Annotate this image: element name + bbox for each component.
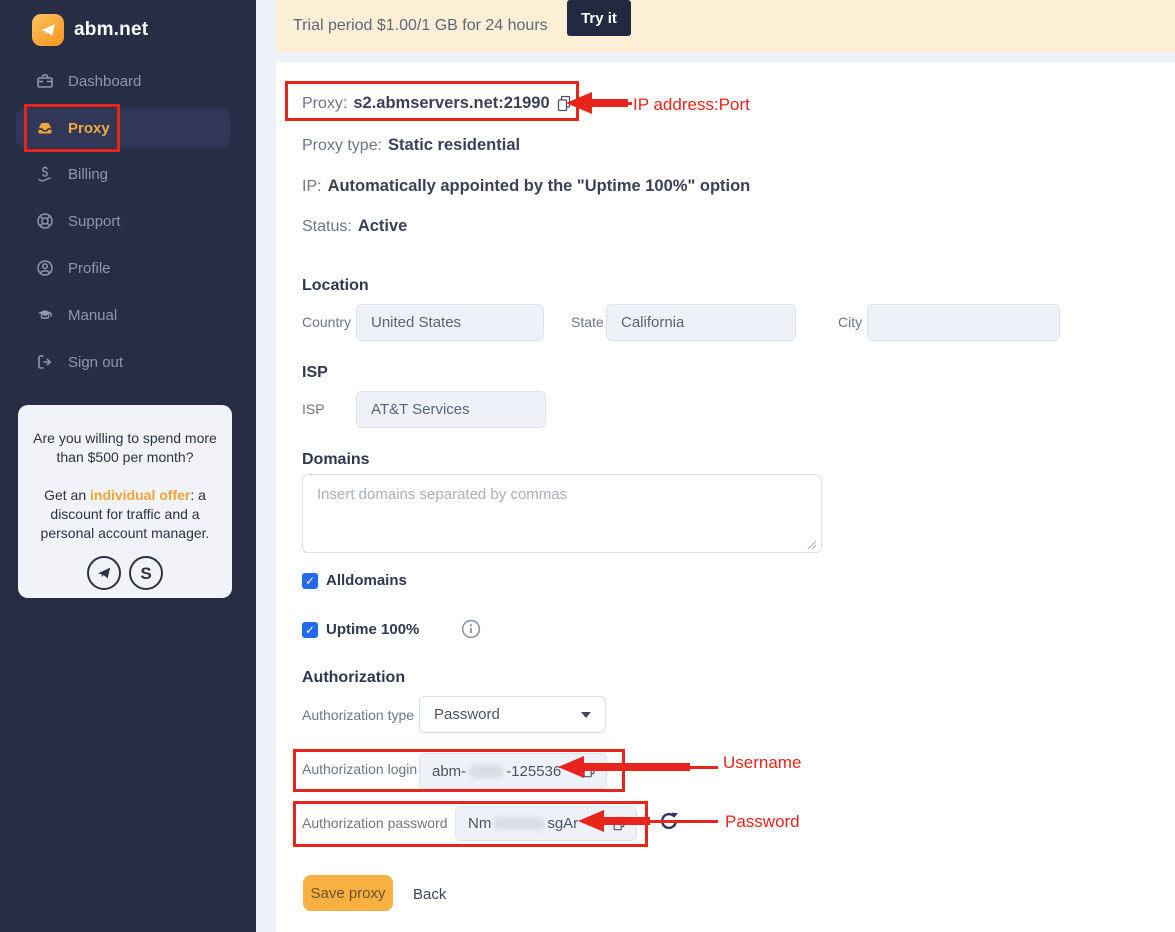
state-label: State <box>571 314 604 330</box>
refresh-password-icon[interactable] <box>658 810 680 832</box>
graduation-cap-icon <box>36 306 54 324</box>
sidebar-item-dashboard[interactable]: Dashboard <box>16 61 230 101</box>
uptime-checkbox[interactable]: ✓ <box>302 621 318 638</box>
login-suffix: -125536 <box>506 762 562 780</box>
chevron-down-icon <box>581 711 591 718</box>
telegram-plane-logo-icon <box>32 14 64 46</box>
sidebar-item-label: Profile <box>68 259 111 277</box>
sidebar-item-billing[interactable]: Billing <box>16 154 230 194</box>
password-prefix: Nm <box>468 815 492 832</box>
auth-type-select[interactable]: Password <box>419 696 606 733</box>
sidebar: abm.net Dashboard Proxy Billing Support … <box>0 0 256 932</box>
inbox-tray-icon <box>36 119 54 137</box>
back-link[interactable]: Back <box>413 886 446 903</box>
briefcase-icon <box>36 72 54 90</box>
annotation-password: Password <box>725 812 800 831</box>
sidebar-item-label: Sign out <box>68 353 124 371</box>
info-icon[interactable] <box>461 619 481 639</box>
isp-input[interactable] <box>356 391 546 428</box>
proxy-ip-line: IP: Automatically appointed by the "Uptim… <box>302 177 751 195</box>
sidebar-item-label: Dashboard <box>68 72 142 90</box>
sign-out-icon <box>36 353 54 371</box>
proxy-address-value: s2.abmservers.net:21990 <box>353 94 550 112</box>
telegram-contact-icon[interactable] <box>87 556 121 590</box>
resize-handle-icon[interactable] <box>807 540 817 550</box>
copy-password-icon[interactable] <box>612 816 626 832</box>
password-redacted-blur <box>493 817 546 830</box>
auth-login-label: Authorization login <box>302 761 418 777</box>
status-badge: Active <box>357 217 408 235</box>
proxy-address-line: Proxy: s2.abmservers.net:21990 <box>302 94 572 113</box>
proxy-status-line: Status: Active <box>302 217 408 235</box>
trial-text: Trial period $1.00/1 GB for 24 hours <box>293 17 548 34</box>
auth-login-input[interactable]: abm- -125536 <box>419 753 607 789</box>
sidebar-item-label: Manual <box>68 306 118 324</box>
try-it-button[interactable]: Try it <box>567 0 631 36</box>
sidebar-item-label: Proxy <box>68 119 110 137</box>
login-redacted-blur <box>468 764 505 778</box>
brand-logo[interactable]: abm.net <box>32 14 148 46</box>
uptime-label: Uptime 100% <box>326 621 420 638</box>
auth-password-label: Authorization password <box>302 815 448 831</box>
individual-offer-link[interactable]: individual offer <box>90 487 190 503</box>
sidebar-item-manual[interactable]: Manual <box>16 295 230 335</box>
city-label: City <box>838 314 863 330</box>
alldomains-label: Alldomains <box>326 572 407 589</box>
promo-card: Are you willing to spend more than $500 … <box>18 405 232 598</box>
sidebar-item-support[interactable]: Support <box>16 201 230 241</box>
country-label: Country <box>302 314 352 330</box>
promo-line1: Are you willing to spend more than $500 … <box>33 430 217 465</box>
domains-textarea[interactable] <box>302 474 822 553</box>
login-prefix: abm- <box>432 762 467 780</box>
annotation-ip-port: IP address:Port <box>633 95 750 114</box>
skype-contact-icon[interactable]: S <box>129 556 163 590</box>
promo-line2: Get an individual offer: a discount for … <box>40 487 210 541</box>
copy-proxy-icon[interactable] <box>556 95 572 113</box>
alldomains-checkbox[interactable]: ✓ <box>302 572 318 589</box>
brand-name: abm.net <box>74 19 149 40</box>
lifebuoy-icon <box>36 212 54 230</box>
copy-login-icon[interactable] <box>582 763 596 779</box>
auth-password-input[interactable]: Nm sgAr <box>455 806 637 841</box>
proxy-label: Proxy: <box>302 94 348 112</box>
sidebar-item-label: Billing <box>68 165 109 183</box>
sidebar-item-label: Support <box>68 212 121 230</box>
annotation-username: Username <box>723 753 802 772</box>
sidebar-item-signout[interactable]: Sign out <box>16 342 230 382</box>
sidebar-item-proxy[interactable]: Proxy <box>16 108 230 148</box>
proxy-type-value: Static residential <box>388 136 521 154</box>
country-input[interactable] <box>356 304 544 341</box>
user-circle-icon <box>36 259 54 277</box>
authorization-heading: Authorization <box>302 669 406 686</box>
city-input[interactable] <box>867 304 1060 341</box>
sidebar-item-profile[interactable]: Profile <box>16 248 230 288</box>
location-heading: Location <box>302 277 369 294</box>
auth-type-value: Password <box>434 706 500 723</box>
password-suffix: sgAr <box>547 815 579 832</box>
isp-heading: ISP <box>302 364 328 381</box>
proxy-ip-value: Automatically appointed by the "Uptime 1… <box>327 177 751 195</box>
auth-type-label: Authorization type <box>302 707 415 723</box>
hand-dollar-icon <box>36 165 54 183</box>
state-input[interactable] <box>606 304 796 341</box>
isp-label: ISP <box>302 401 325 417</box>
domains-heading: Domains <box>302 451 370 468</box>
save-proxy-button[interactable]: Save proxy <box>303 875 393 911</box>
proxy-type-line: Proxy type: Static residential <box>302 136 521 154</box>
